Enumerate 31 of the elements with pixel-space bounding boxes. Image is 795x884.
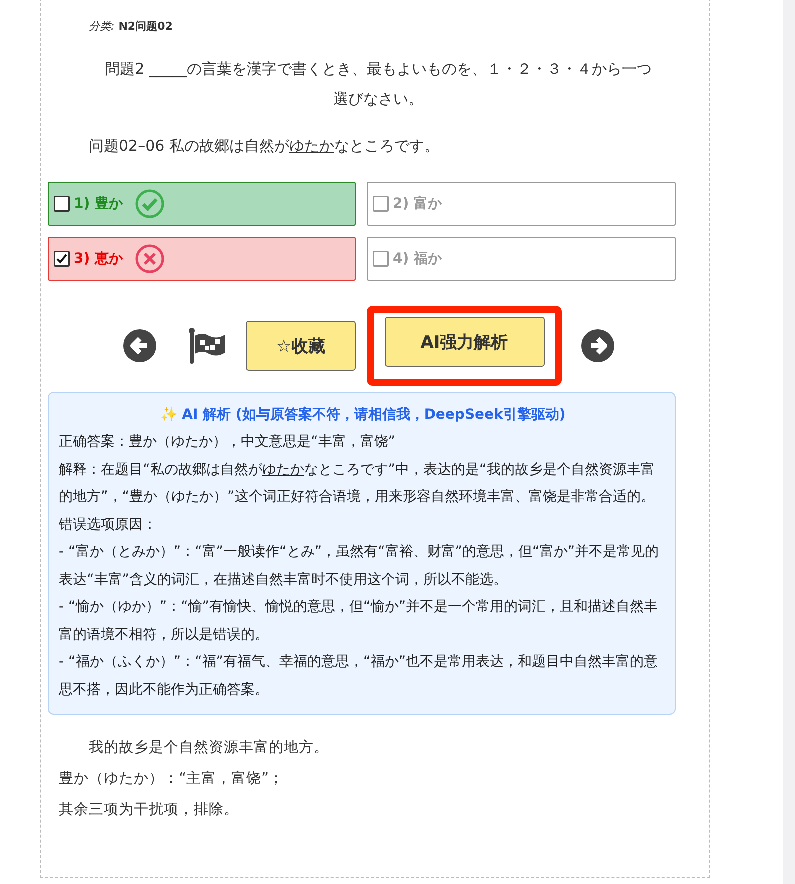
checkbox[interactable] — [54, 251, 70, 267]
instruction-text: 問題2 _____の言葉を漢字で書くとき、最もよいものを、１・２・３・４から一つ選びなさい。 — [104, 59, 653, 110]
cross-circle-icon — [135, 244, 166, 274]
explanation-text: 豊か（ゆたか）：“主富，富饶”； — [59, 770, 286, 789]
answer-option[interactable]: 2) 富か — [367, 182, 676, 226]
explanation-text: 其余三项为干扰项，排除。 — [59, 801, 240, 820]
panel-title: ✨ AI 解析 (如与原答案不符，请相信我，DeepSeek引擎驱动) — [159, 406, 567, 425]
answer-option[interactable]: 3) 恵か — [48, 237, 356, 281]
ai-analysis-button[interactable]: AI强力解析 — [384, 317, 544, 367]
question-text: 问题02–06 私の故郷は自然がゆたかなところです。 — [89, 136, 440, 157]
explanation-text: 我的故乡是个自然资源丰富的地方。 — [89, 738, 330, 758]
option-label: 3) 恵か — [74, 250, 124, 268]
answer-option[interactable]: 1) 豊か — [48, 182, 356, 226]
analysis-text: 错误选项原因： — [59, 516, 158, 534]
check-circle-icon — [135, 189, 166, 219]
analysis-text: - “富か（とみか）”：“富”一般读作“とみ”，虽然有“富裕、财富”的意思，但“富か”并不是常见的表达“丰富”含义的词汇，在描述自然丰富时不使用这个词，所以不能选。 — [59, 543, 660, 590]
analysis-text: 正确答案：豊か（ゆたか），中文意思是“丰富，富饶” — [59, 433, 397, 452]
flag-icon[interactable] — [187, 328, 227, 364]
checkbox[interactable] — [373, 251, 389, 267]
favorite-button[interactable]: ☆收藏 — [246, 321, 356, 371]
option-label: 4) 福か — [393, 250, 442, 268]
analysis-text: 解释：在题目“私の故郷は自然がゆたかなところです”中，表达的是“我的故乡是个自然资源丰富的地方”，“豊か（ゆたか）”这个词正好符合语境，用来形容自然环境丰富、富饶是非常合适的。 — [59, 460, 656, 507]
option-label: 1) 豊か — [74, 195, 124, 213]
answer-option[interactable]: 4) 福か — [367, 237, 676, 281]
category-value: N2问题02 — [118, 18, 173, 34]
checkbox[interactable] — [373, 196, 389, 212]
category-label: 分类: — [89, 18, 115, 34]
analysis-text: - “福か（ふくか）”：“福”有福气、幸福的意思，“福か”也不是常用表达，和题目中自然丰富的意思不搭，因此不能作为正确答案。 — [59, 653, 660, 700]
option-label: 2) 富か — [393, 195, 442, 213]
analysis-text: - “愉か（ゆか）”：“愉”有愉快、愉悦的意思，但“愉か”并不是一个常用的词汇，且和描述自然丰富的语境不相符，所以是错误的。 — [59, 598, 660, 644]
checkbox[interactable] — [54, 196, 70, 212]
